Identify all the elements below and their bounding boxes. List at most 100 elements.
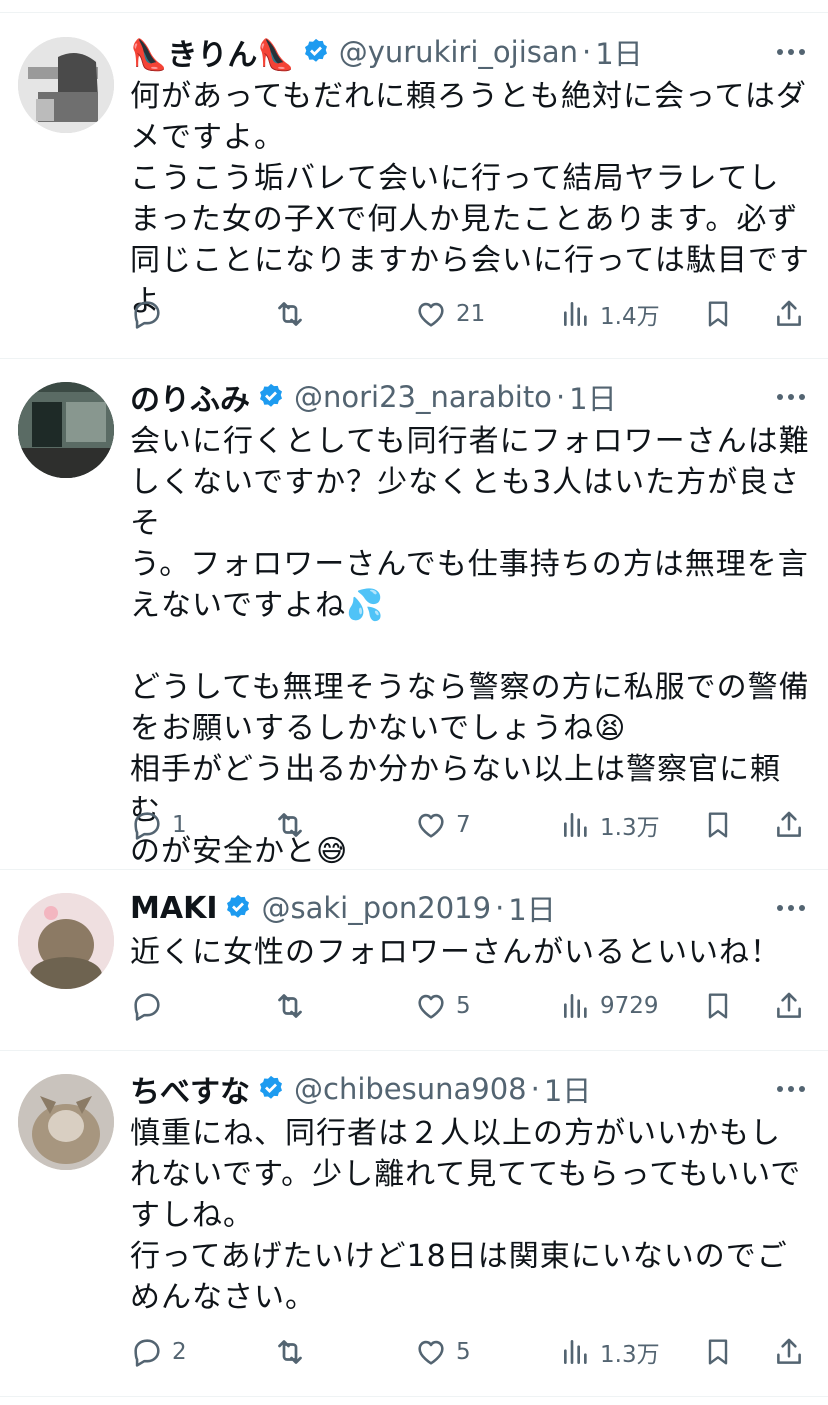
- share-button[interactable]: [772, 805, 806, 845]
- verified-icon: [227, 894, 250, 918]
- tweet-header: 👠きりん👠 @yurukiri_ojisan · 1日: [130, 30, 643, 74]
- views-button[interactable]: 1.4万: [560, 294, 660, 334]
- divider: [0, 1396, 828, 1397]
- timestamp[interactable]: 1日: [544, 1068, 591, 1110]
- like-button[interactable]: 21: [414, 294, 485, 334]
- bookmark-button[interactable]: [702, 805, 734, 845]
- avatar[interactable]: [18, 37, 114, 133]
- reply-button[interactable]: 1: [130, 805, 187, 845]
- share-button[interactable]: [772, 986, 806, 1026]
- tweet-text: 何があってもだれに頼ろうとも絶対に会ってはダメですよ。 こうこう垢バレて会いに行…: [130, 79, 810, 319]
- bookmark-icon: [708, 993, 728, 1019]
- action-bar: 2 5 1.3万: [0, 1332, 828, 1372]
- text-line: う。フォロワーさんでも仕事持ちの方は無理を言: [130, 547, 809, 582]
- handle[interactable]: @nori23_narabito: [294, 380, 552, 414]
- action-bar: 1 7 1.3万: [0, 805, 828, 845]
- verified-icon: [260, 1075, 282, 1099]
- more-icon[interactable]: [776, 903, 806, 913]
- views-button[interactable]: 9729: [560, 986, 659, 1026]
- bookmark-button[interactable]: [702, 294, 734, 334]
- retweet-icon: [278, 994, 302, 1018]
- views-icon: [564, 1340, 587, 1364]
- bookmark-button[interactable]: [702, 986, 734, 1026]
- views-count: 1.3万: [600, 815, 660, 841]
- dot-separator: ·: [530, 1072, 540, 1106]
- handle[interactable]: @yurukiri_ojisan: [339, 35, 578, 69]
- display-name[interactable]: MAKI: [130, 891, 217, 926]
- display-name[interactable]: のりふみ: [130, 375, 250, 419]
- reply-icon: [134, 301, 160, 329]
- like-icon: [418, 1340, 444, 1365]
- verified-icon: [260, 383, 282, 407]
- reply-count: 1: [172, 812, 187, 838]
- dot-separator: ·: [582, 35, 592, 69]
- like-count: 7: [456, 812, 471, 838]
- timestamp[interactable]: 1日: [569, 376, 616, 418]
- retweet-icon: [278, 813, 302, 837]
- like-icon: [418, 813, 444, 838]
- avatar[interactable]: [18, 382, 114, 478]
- retweet-button[interactable]: [272, 986, 308, 1026]
- reply-button[interactable]: [130, 294, 172, 334]
- reply-icon: [134, 993, 160, 1021]
- views-button[interactable]: 1.3万: [560, 1332, 660, 1372]
- text-line: 会いに行くとしても同行者にフォロワーさんは難: [130, 424, 810, 459]
- more-icon[interactable]: [776, 1084, 806, 1094]
- like-icon: [418, 994, 444, 1019]
- timestamp[interactable]: 1日: [595, 31, 642, 73]
- tweet-text: 慎重にね、同行者は２人以上の方がいいかもしれないです。少し離れて見ててもらっても…: [130, 1116, 802, 1315]
- bookmark-icon: [708, 1339, 728, 1365]
- avatar[interactable]: [18, 1074, 114, 1170]
- views-button[interactable]: 1.3万: [560, 805, 660, 845]
- views-count: 9729: [600, 993, 659, 1019]
- display-name[interactable]: 👠きりん👠: [130, 30, 295, 74]
- views-icon: [564, 813, 587, 837]
- action-bar: 5 9729: [0, 986, 828, 1026]
- retweet-button[interactable]: [272, 294, 308, 334]
- verified-icon: [304, 38, 327, 62]
- display-name[interactable]: ちべすな: [130, 1067, 250, 1111]
- timestamp[interactable]: 1日: [508, 887, 555, 929]
- share-icon: [777, 300, 801, 326]
- avatar[interactable]: [18, 893, 114, 989]
- more-icon[interactable]: [776, 392, 806, 402]
- retweet-button[interactable]: [272, 805, 308, 845]
- divider: [0, 1050, 828, 1051]
- text-line: [130, 626, 810, 667]
- like-button[interactable]: 5: [414, 1332, 471, 1372]
- views-count: 1.4万: [600, 304, 660, 330]
- bookmark-icon: [708, 301, 728, 327]
- share-icon: [777, 1338, 801, 1364]
- dot-separator: ·: [555, 380, 566, 414]
- action-bar: 21 1.4万: [0, 294, 828, 334]
- like-icon: [418, 302, 444, 327]
- retweet-icon: [278, 1340, 302, 1364]
- views-icon: [564, 302, 587, 326]
- tweet-header: のりふみ @nori23_narabito · 1日: [130, 375, 617, 419]
- reply-count: 2: [172, 1339, 187, 1365]
- text-line: どうしても無理そうなら警察の方に私服での警備: [130, 670, 810, 705]
- top-divider: [0, 12, 828, 13]
- like-button[interactable]: 5: [414, 986, 471, 1026]
- share-button[interactable]: [772, 1332, 806, 1372]
- bookmark-button[interactable]: [702, 1332, 734, 1372]
- retweet-button[interactable]: [272, 1332, 308, 1372]
- tweet-header: MAKI @saki_pon2019 · 1日: [130, 888, 556, 928]
- reply-button[interactable]: 2: [130, 1332, 187, 1372]
- reply-button[interactable]: [130, 986, 172, 1026]
- like-count: 21: [456, 301, 486, 327]
- views-icon: [564, 994, 587, 1018]
- divider: [0, 869, 828, 870]
- text-line: えないですよね💦: [130, 588, 385, 623]
- divider: [0, 358, 828, 359]
- like-button[interactable]: 7: [414, 805, 471, 845]
- like-count: 5: [456, 1339, 471, 1365]
- reply-icon: [134, 812, 160, 840]
- bookmark-icon: [708, 812, 728, 838]
- handle[interactable]: @chibesuna908: [294, 1072, 527, 1106]
- handle[interactable]: @saki_pon2019: [261, 891, 491, 925]
- share-button[interactable]: [772, 294, 806, 334]
- text-line: しくないですか？少なくとも3人はいた方が良さそ: [130, 465, 801, 541]
- more-icon[interactable]: [776, 47, 806, 57]
- views-count: 1.3万: [600, 1342, 660, 1368]
